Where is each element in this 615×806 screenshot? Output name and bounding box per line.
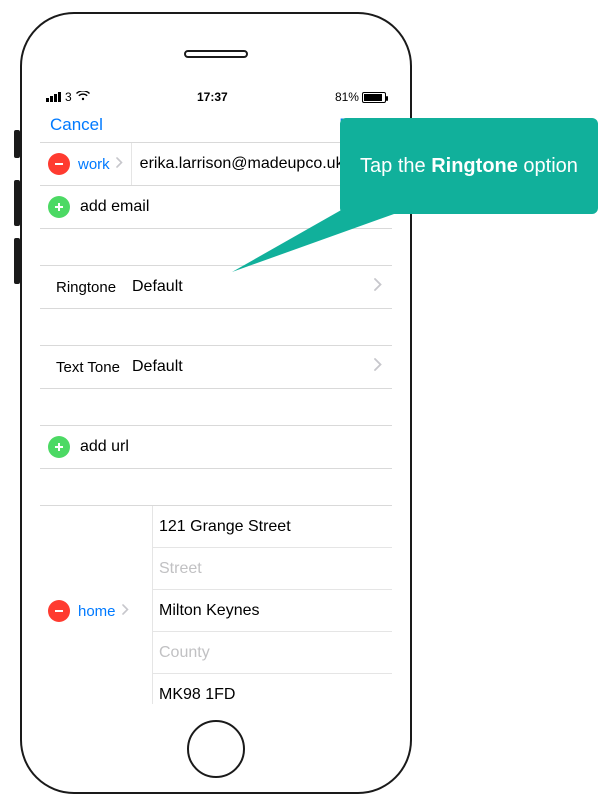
status-bar: 3 17:37 81% [40, 86, 392, 108]
address-street1[interactable]: 121 Grange Street [153, 506, 392, 548]
address-fields: 121 Grange Street Street Milton Keynes C… [152, 506, 392, 704]
battery-icon [362, 92, 386, 103]
status-time: 17:37 [197, 90, 228, 104]
text-tone-label: Text Tone [56, 359, 132, 376]
wifi-icon [76, 90, 90, 104]
add-url-row[interactable]: add url [40, 426, 392, 468]
chevron-right-icon [374, 358, 388, 376]
tooltip-text: Tap the Ringtone option [360, 153, 578, 180]
chevron-right-icon [122, 602, 129, 620]
battery-pct: 81% [335, 90, 359, 104]
add-email-icon[interactable] [48, 196, 70, 218]
ringtone-label: Ringtone [56, 279, 132, 296]
status-right: 81% [335, 90, 386, 104]
status-left: 3 [46, 90, 90, 104]
remove-address-icon[interactable] [48, 600, 70, 622]
address-county[interactable]: County [153, 632, 392, 674]
address-street2[interactable]: Street [153, 548, 392, 590]
add-url-label: add url [80, 438, 388, 456]
signal-bars-icon [46, 92, 61, 102]
address-city[interactable]: Milton Keynes [153, 590, 392, 632]
add-url-icon[interactable] [48, 436, 70, 458]
carrier-label: 3 [65, 90, 72, 104]
address-side[interactable]: home [40, 506, 152, 704]
text-tone-value: Default [132, 358, 374, 376]
text-tone-row[interactable]: Text Tone Default [40, 346, 392, 388]
address-home-row[interactable]: home 121 Grange Street Street Milton Key… [40, 506, 392, 704]
instruction-tooltip: Tap the Ringtone option [340, 118, 598, 214]
address-label[interactable]: home [78, 603, 116, 620]
home-button[interactable] [187, 720, 245, 778]
cancel-button[interactable]: Cancel [50, 115, 103, 135]
email-label[interactable]: work [78, 156, 110, 173]
remove-email-icon[interactable] [48, 153, 70, 175]
chevron-right-icon [116, 155, 123, 173]
address-postcode[interactable]: MK98 1FD [153, 674, 392, 704]
phone-speaker [184, 50, 248, 58]
